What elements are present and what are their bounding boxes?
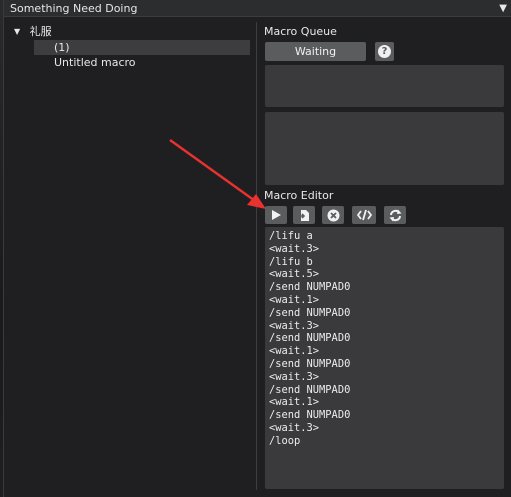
import-icon <box>299 209 309 221</box>
import-button[interactable] <box>293 206 315 224</box>
code-line: /send NUMPAD0 <box>269 409 351 422</box>
code-line: /send NUMPAD0 <box>269 357 351 370</box>
collapse-icon[interactable]: ▼ <box>499 0 507 17</box>
code-line: <wait.1> <box>269 293 320 306</box>
tree-folder[interactable]: ▼ 礼服 <box>14 24 250 40</box>
tree-folder-label: 礼服 <box>29 25 52 38</box>
code-line: <wait.5> <box>269 268 320 281</box>
queue-log[interactable] <box>265 112 504 185</box>
code-line: <wait.3> <box>269 319 320 332</box>
code-line: /send NUMPAD0 <box>269 281 351 294</box>
queue-list[interactable] <box>265 65 504 107</box>
tree-item[interactable]: Untitled macro <box>34 55 250 70</box>
stop-button[interactable] <box>322 206 344 224</box>
window-titlebar[interactable]: Something Need Doing ▼ <box>4 0 511 17</box>
tree-item-label: Untitled macro <box>54 56 136 69</box>
code-line: /lifu b <box>269 255 313 268</box>
queue-title: Macro Queue <box>264 25 337 38</box>
code-line: <wait.3> <box>269 370 320 383</box>
tree-item-selected[interactable]: (1) <box>34 40 250 55</box>
code-line: /send NUMPAD0 <box>269 332 351 345</box>
triangle-down-icon[interactable]: ▼ <box>14 24 20 40</box>
panel-divider[interactable] <box>256 22 257 490</box>
code-line: <wait.3> <box>269 242 320 255</box>
window-title: Something Need Doing <box>10 2 138 15</box>
help-icon: ? <box>378 45 391 58</box>
tree-item-label: (1) <box>54 41 70 54</box>
code-line: <wait.1> <box>269 396 320 409</box>
waiting-button[interactable]: Waiting <box>265 42 366 61</box>
code-line: /send NUMPAD0 <box>269 306 351 319</box>
code-line: /lifu a <box>269 230 313 242</box>
code-line: <wait.1> <box>269 345 320 358</box>
editor-title: Macro Editor <box>264 189 334 202</box>
macro-tree: ▼ 礼服 (1) Untitled macro <box>14 24 250 70</box>
code-icon <box>356 209 372 221</box>
run-button[interactable] <box>265 206 287 224</box>
reload-button[interactable] <box>384 206 406 224</box>
close-circle-icon <box>327 209 339 221</box>
code-line: <wait.3> <box>269 421 320 434</box>
code-button[interactable] <box>352 206 376 224</box>
refresh-icon <box>389 209 401 221</box>
code-line: /loop <box>269 434 301 447</box>
help-button[interactable]: ? <box>375 42 394 61</box>
play-icon <box>272 210 281 220</box>
code-line: /send NUMPAD0 <box>269 383 351 396</box>
macro-editor-textarea[interactable]: /lifu a <wait.3> /lifu b <wait.5> /send … <box>265 227 504 489</box>
